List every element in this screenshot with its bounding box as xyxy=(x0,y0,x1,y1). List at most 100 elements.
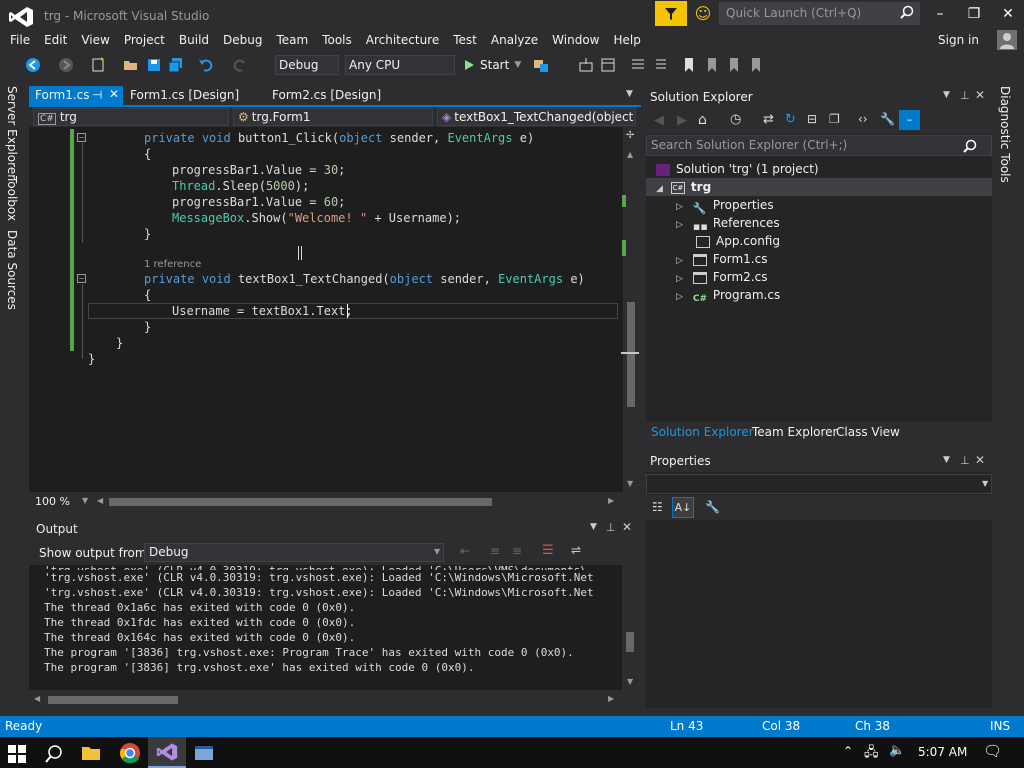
start-debugging-button[interactable]: Start ▼ xyxy=(463,55,523,75)
close-window-icon[interactable]: ✕ xyxy=(996,4,1020,24)
server-explorer-tab[interactable]: Server Explorer xyxy=(5,86,19,179)
tree-item-references[interactable]: ▷ ▪▪ References xyxy=(646,214,992,233)
home-icon[interactable]: ⌂ xyxy=(698,112,707,128)
menu-tools[interactable]: Tools xyxy=(315,30,359,52)
categorized-icon[interactable]: ☷ xyxy=(652,500,663,514)
clear-all-icon[interactable]: ☰ xyxy=(542,543,554,558)
menu-architecture[interactable]: Architecture xyxy=(359,30,446,52)
menu-view[interactable]: View xyxy=(74,30,116,52)
alphabetical-icon[interactable]: A↓ xyxy=(672,497,694,518)
action-center-icon[interactable]: 🗨 xyxy=(983,742,1002,760)
feedback-smile-icon[interactable]: ☺ xyxy=(693,4,713,24)
panel-menu-chevron-icon[interactable]: ▼ xyxy=(943,90,950,100)
view-code-icon[interactable]: ‹› xyxy=(858,112,868,126)
zoom-level-select[interactable]: 100 % xyxy=(35,495,70,508)
show-output-from-select[interactable]: Debug xyxy=(144,543,444,562)
solution-platform-select[interactable]: Any CPU xyxy=(345,55,455,75)
tree-item-project-trg[interactable]: ◢ C# trg xyxy=(646,178,992,196)
scroll-left-icon[interactable]: ◀ xyxy=(97,496,103,505)
chevron-down-icon[interactable]: ▼ xyxy=(82,496,88,505)
file-explorer-icon[interactable] xyxy=(80,742,102,764)
comment-icon[interactable] xyxy=(630,57,646,73)
tab-form1-cs[interactable]: Form1.cs ⊣ ✕ xyxy=(29,86,123,106)
close-panel-icon[interactable]: ✕ xyxy=(622,520,632,534)
layout-icon[interactable] xyxy=(600,57,616,73)
bookmark-prev-icon[interactable] xyxy=(704,57,720,73)
save-icon[interactable] xyxy=(146,57,162,73)
tree-item-form1[interactable]: ▷ Form1.cs xyxy=(646,250,992,268)
menu-help[interactable]: Help xyxy=(607,30,648,52)
next-message-icon[interactable]: ≡ xyxy=(512,544,522,558)
bookmark-icon[interactable] xyxy=(681,57,697,73)
close-panel-icon[interactable]: ✕ xyxy=(975,88,985,102)
data-sources-tab[interactable]: Data Sources xyxy=(5,230,19,310)
menu-analyze[interactable]: Analyze xyxy=(484,30,545,52)
menu-debug[interactable]: Debug xyxy=(216,30,269,52)
project-dropdown[interactable]: C# trg xyxy=(33,108,229,126)
menu-test[interactable]: Test xyxy=(446,30,484,52)
scroll-left-icon[interactable]: ◀ xyxy=(34,694,40,703)
visual-studio-taskbar-button[interactable] xyxy=(148,737,186,768)
scroll-down-icon[interactable]: ▼ xyxy=(627,677,633,686)
tab-form1-design[interactable]: Form1.cs [Design] xyxy=(124,86,264,106)
bookmark-clear-icon[interactable] xyxy=(748,57,764,73)
output-vertical-scrollbar[interactable] xyxy=(622,565,640,690)
volume-muted-icon[interactable]: 🔈 xyxy=(889,743,905,758)
sign-in-link[interactable]: Sign in xyxy=(938,33,979,47)
panel-menu-chevron-icon[interactable]: ▼ xyxy=(590,522,597,532)
pin-icon[interactable]: ⊥ xyxy=(606,521,616,534)
tree-item-form2[interactable]: ▷ Form2.cs xyxy=(646,268,992,286)
pin-icon[interactable]: ⊥ xyxy=(960,89,970,102)
menu-team[interactable]: Team xyxy=(269,30,315,52)
sync-icon[interactable]: ⇄ xyxy=(763,112,774,127)
solution-search-input[interactable]: Search Solution Explorer (Ctrl+;) xyxy=(646,135,992,156)
find-message-icon[interactable]: ⇤ xyxy=(460,544,470,558)
pin-icon[interactable]: ⊥ xyxy=(960,454,970,467)
editor-scroll-thumb[interactable] xyxy=(627,302,635,407)
editor-hscroll-thumb[interactable] xyxy=(109,498,492,506)
forward-icon[interactable]: ▶ xyxy=(677,113,687,128)
member-dropdown[interactable]: ◈ textBox1_TextChanged(object s xyxy=(437,108,636,126)
step-into-icon[interactable] xyxy=(578,57,594,73)
menu-build[interactable]: Build xyxy=(172,30,216,52)
property-pages-wrench-icon[interactable]: 🔧 xyxy=(705,500,720,514)
new-project-icon[interactable] xyxy=(90,57,106,73)
output-hscroll-thumb[interactable] xyxy=(48,696,178,704)
tab-overflow-chevron-icon[interactable]: ▼ xyxy=(626,89,633,99)
output-scroll-thumb[interactable] xyxy=(626,632,634,652)
app-window-icon[interactable] xyxy=(193,742,215,764)
close-panel-icon[interactable]: ✕ xyxy=(975,453,985,467)
tab-solution-explorer[interactable]: Solution Explorer xyxy=(651,425,754,439)
menu-file[interactable]: File xyxy=(3,30,37,52)
tab-class-view[interactable]: Class View xyxy=(836,425,900,439)
notification-filter-button[interactable] xyxy=(655,1,687,26)
show-all-files-icon[interactable]: ❐ xyxy=(829,112,840,126)
history-icon[interactable]: ◷ xyxy=(730,112,741,127)
bookmark-next-icon[interactable] xyxy=(726,57,742,73)
toolbox-tab[interactable]: Toolbox xyxy=(5,176,19,221)
solution-configuration-select[interactable]: Debug xyxy=(275,55,339,75)
close-tab-icon[interactable]: ✕ xyxy=(109,87,119,101)
open-file-icon[interactable] xyxy=(123,57,139,73)
diagnostic-tools-tab[interactable]: Diagnostic Tools xyxy=(998,86,1012,183)
navigate-forward-icon[interactable] xyxy=(58,57,74,73)
scroll-right-icon[interactable]: ▶ xyxy=(608,496,614,505)
scroll-up-icon[interactable]: ▲ xyxy=(627,150,633,159)
menu-edit[interactable]: Edit xyxy=(37,30,74,52)
back-icon[interactable]: ◀ xyxy=(654,113,664,128)
tab-form2-design[interactable]: Form2.cs [Design] xyxy=(266,86,406,106)
properties-object-select[interactable] xyxy=(646,474,992,494)
scroll-down-icon[interactable]: ▼ xyxy=(627,479,633,488)
save-all-icon[interactable] xyxy=(168,57,184,73)
word-wrap-icon[interactable]: ⇌ xyxy=(571,543,581,557)
menu-project[interactable]: Project xyxy=(117,30,172,52)
attach-process-icon[interactable] xyxy=(533,57,549,73)
refresh-icon[interactable]: ↻ xyxy=(785,112,796,127)
tab-team-explorer[interactable]: Team Explorer xyxy=(752,425,838,439)
class-dropdown[interactable]: ⚙ trg.Form1 xyxy=(233,108,433,126)
taskbar-clock[interactable]: 5:07 AM xyxy=(918,745,967,759)
tree-item-program[interactable]: ▷ C# Program.cs xyxy=(646,286,992,304)
search-icon[interactable] xyxy=(44,744,64,764)
properties-wrench-icon[interactable]: 🔧 xyxy=(880,112,895,126)
tree-item-solution[interactable]: Solution 'trg' (1 project) xyxy=(646,160,992,178)
